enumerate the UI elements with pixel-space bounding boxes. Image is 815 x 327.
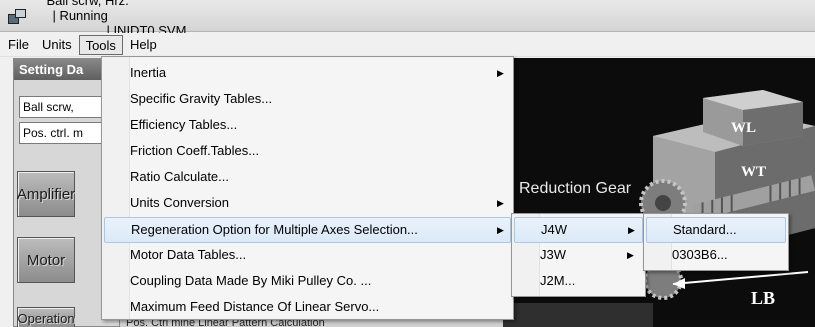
menu-item-coupling-data[interactable]: Coupling Data Made By Miki Pulley Co. ..… <box>104 269 511 295</box>
menu-tools[interactable]: Tools <box>78 34 123 55</box>
lb-label: LB <box>751 288 776 308</box>
menu-item-0303b6[interactable]: 0303B6... <box>646 243 786 269</box>
reduction-gear-label: Reduction Gear <box>519 180 632 197</box>
title-part-status: | Running <box>52 8 108 23</box>
menu-item-ratio-calculate[interactable]: Ratio Calculate... <box>104 165 511 191</box>
menu-item-motor-data-tables[interactable]: Motor Data Tables... <box>104 243 511 269</box>
motor-button[interactable]: Motor <box>17 237 75 283</box>
menu-item-j2m[interactable]: J2M... <box>514 269 643 295</box>
menu-units[interactable]: Units <box>36 35 78 55</box>
menu-item-efficiency-tables[interactable]: Efficiency Tables... <box>104 113 511 139</box>
menu-item-units-conversion[interactable]: Units Conversion ▶ <box>104 191 511 217</box>
title-bar: Ball scrw, Hrz. | Running | INIDT0.SVM <box>0 0 815 38</box>
operation-button[interactable]: Operation <box>17 307 75 327</box>
title-part-project: Ball scrw, Hrz. <box>46 0 129 8</box>
menu-item-maximum-feed-distance[interactable]: Maximum Feed Distance Of Linear Servo... <box>104 295 511 321</box>
regeneration-submenu: J4W ▶ J3W ▶ J2M... <box>511 213 646 297</box>
menu-item-friction-coeff-tables[interactable]: Friction Coeff.Tables... <box>104 139 511 165</box>
submenu-arrow-icon: ▶ <box>627 250 634 260</box>
submenu-arrow-icon: ▶ <box>497 198 504 208</box>
menu-help[interactable]: Help <box>124 35 163 55</box>
app-icon <box>8 8 26 24</box>
menu-item-regeneration-option[interactable]: Regeneration Option for Multiple Axes Se… <box>104 217 511 243</box>
submenu-arrow-icon: ▶ <box>628 225 635 235</box>
menu-item-specific-gravity-tables[interactable]: Specific Gravity Tables... <box>104 87 511 113</box>
menu-item-standard[interactable]: Standard... <box>646 217 786 243</box>
submenu-arrow-icon: ▶ <box>497 68 504 78</box>
menu-item-j3w[interactable]: J3W ▶ <box>514 243 643 269</box>
menu-bar: File Units Tools Help <box>0 33 815 57</box>
wt-label: WT <box>741 164 766 180</box>
amplifier-button[interactable]: Amplifier <box>17 171 75 217</box>
wl-label: WL <box>731 120 756 136</box>
submenu-arrow-icon: ▶ <box>497 225 504 235</box>
menu-item-inertia[interactable]: Inertia ▶ <box>104 61 511 87</box>
tools-menu: Inertia ▶ Specific Gravity Tables... Eff… <box>101 56 514 320</box>
menu-item-j4w[interactable]: J4W ▶ <box>514 217 643 243</box>
j4w-submenu: Standard... 0303B6... <box>643 213 789 271</box>
menu-file[interactable]: File <box>2 35 35 55</box>
